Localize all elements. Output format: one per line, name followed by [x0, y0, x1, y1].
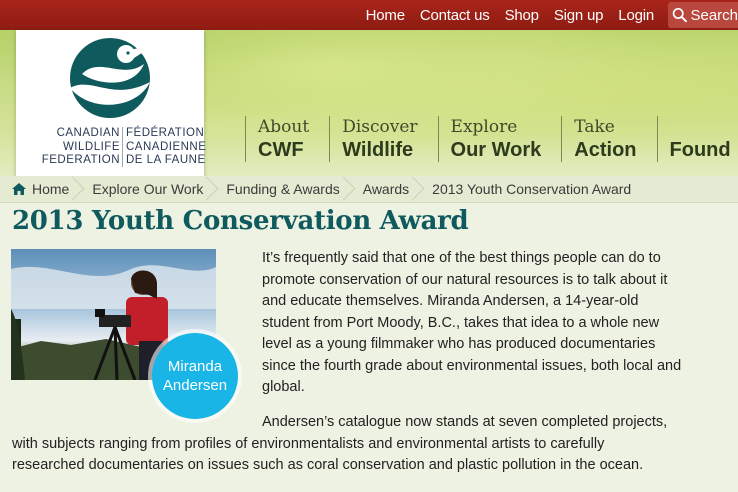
paragraph-line: student from Port Moody, B.C., takes tha… — [262, 314, 660, 331]
search-icon — [672, 7, 687, 23]
main-nav-small: Discover — [342, 117, 418, 137]
breadcrumb-label: 2013 Youth Conservation Award — [432, 181, 632, 197]
paragraph-line: and educate themselves. Miranda Andersen… — [262, 293, 639, 309]
paragraph-line: since the fourth grade about environment… — [262, 357, 682, 374]
logo-text: CANADIAN — [56, 127, 120, 139]
paragraph-line: researched documentaries on issues such … — [12, 457, 644, 473]
logo-text: CANADIENNE — [126, 140, 207, 153]
logo-text: WILDLIFE — [62, 140, 120, 153]
loon-logo-icon — [70, 38, 156, 118]
top-bar: Home Contact us Shop Sign up Login Searc… — [0, 0, 738, 30]
main-nav-big: CWF — [258, 139, 304, 161]
page-title: 2013 Youth Conservation Award — [12, 206, 469, 236]
paragraph-line: with subjects ranging from profiles of e… — [12, 435, 605, 452]
logo-text: FÉDÉRATION — [126, 127, 205, 139]
breadcrumb-explore[interactable]: Explore Our Work — [78, 176, 212, 202]
nav-home-link[interactable]: Home — [366, 7, 405, 24]
top-nav: Home Contact us Shop Sign up Login Searc… — [351, 0, 738, 30]
logo-divider — [122, 127, 123, 167]
search-label: Search — [690, 6, 738, 24]
breadcrumb: Home Explore Our Work Funding & Awards A… — [0, 176, 738, 203]
logo-text: DE LA FAUNE — [126, 154, 206, 166]
paragraph-line: promote conservation of our natural reso… — [262, 271, 668, 288]
nav-contact-link[interactable]: Contact us — [420, 7, 490, 24]
nav-login-link[interactable]: Login — [618, 7, 654, 24]
home-icon — [12, 183, 26, 195]
breadcrumb-label: Explore Our Work — [92, 181, 204, 197]
search-button[interactable]: Search — [668, 2, 738, 28]
name-badge-last: Andersen — [162, 377, 228, 394]
main-nav-take-action[interactable]: Take Action — [561, 116, 656, 162]
logo-english: CANADIAN WILDLIFE FEDERATION — [33, 127, 120, 168]
main-nav-small: Explore — [450, 117, 518, 137]
breadcrumb-current: 2013 Youth Conservation Award — [418, 176, 640, 202]
breadcrumb-label: Home — [32, 181, 70, 197]
logo[interactable]: CANADIAN WILDLIFE FEDERATION FÉDÉRATION … — [16, 30, 206, 185]
header-band: CANADIAN WILDLIFE FEDERATION FÉDÉRATION … — [0, 30, 738, 185]
logo-french: FÉDÉRATION CANADIENNE DE LA FAUNE — [126, 127, 206, 168]
paragraph-line: It’s frequently said that one of the bes… — [262, 250, 661, 266]
main-nav-explore[interactable]: Explore Our Work — [437, 116, 562, 162]
breadcrumb-home[interactable]: Home — [0, 176, 78, 202]
main-nav-big: Our Work — [450, 139, 542, 161]
main-nav-discover[interactable]: Discover Wildlife — [329, 116, 437, 162]
main-nav-foundation[interactable]: Found — [656, 116, 731, 162]
name-badge-first: Miranda — [167, 358, 223, 375]
logo-text: FEDERATION — [41, 154, 120, 166]
main-nav-small: Take — [574, 117, 615, 137]
main-nav-small: About — [258, 117, 310, 137]
main-nav-big: Wildlife — [342, 139, 414, 161]
nav-signup-link[interactable]: Sign up — [554, 7, 604, 24]
name-badge: Miranda Andersen — [152, 333, 238, 419]
main-nav: About CWF Discover Wildlife Explore Our … — [245, 116, 731, 162]
main-nav-big: Action — [574, 139, 637, 161]
paragraph-line: global. — [262, 379, 305, 395]
main-nav-big: Found — [669, 139, 731, 161]
breadcrumb-awards[interactable]: Awards — [349, 176, 418, 202]
nav-shop-link[interactable]: Shop — [505, 7, 539, 24]
main-nav-about[interactable]: About CWF — [245, 116, 329, 162]
breadcrumb-label: Awards — [362, 181, 410, 197]
intro-paragraph: It’s frequently said that one of the bes… — [262, 248, 732, 399]
breadcrumb-funding[interactable]: Funding & Awards — [212, 176, 348, 202]
breadcrumb-label: Funding & Awards — [226, 181, 340, 197]
paragraph-line: Andersen’s catalogue now stands at seven… — [262, 414, 668, 430]
catalogue-paragraph: Andersen’s catalogue now stands at seven… — [12, 412, 732, 477]
main-nav-small — [670, 116, 731, 138]
paragraph-line: level as a young filmmaker who has produ… — [262, 336, 656, 352]
